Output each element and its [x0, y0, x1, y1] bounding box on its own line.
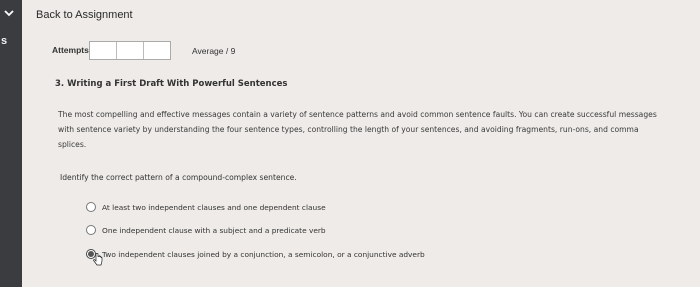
answer-option-2[interactable]: One independent clause with a subject an… — [86, 225, 326, 235]
attempts-label: Attempts — [52, 45, 89, 55]
radio-button[interactable] — [86, 202, 96, 212]
attempt-boxes — [89, 41, 171, 60]
attempt-box — [144, 42, 170, 59]
question-prompt: Identify the correct pattern of a compou… — [60, 173, 297, 182]
answer-option-label: At least two independent clauses and one… — [102, 202, 326, 212]
attempt-box — [117, 42, 144, 59]
left-sidebar-strip: s — [0, 0, 22, 287]
average-score: Average / 9 — [192, 46, 236, 56]
answer-option-1[interactable]: At least two independent clauses and one… — [86, 202, 326, 212]
assignment-panel: Back to Assignment Attempts Average / 9 … — [22, 0, 700, 287]
chevron-down-icon[interactable] — [4, 8, 14, 18]
answer-option-label: One independent clause with a subject an… — [102, 225, 326, 235]
question-paragraph: The most compelling and effective messag… — [58, 110, 657, 149]
answer-option-label: Two independent clauses joined by a conj… — [102, 249, 425, 259]
attempt-box — [90, 42, 117, 59]
radio-button[interactable] — [86, 225, 96, 235]
sidebar-letter: s — [1, 35, 8, 47]
question-title: 3. Writing a First Draft With Powerful S… — [55, 79, 288, 89]
answer-option-3[interactable]: Two independent clauses joined by a conj… — [86, 249, 425, 259]
back-to-assignment-link[interactable]: Back to Assignment — [36, 9, 133, 21]
hand-cursor-icon — [93, 253, 103, 266]
